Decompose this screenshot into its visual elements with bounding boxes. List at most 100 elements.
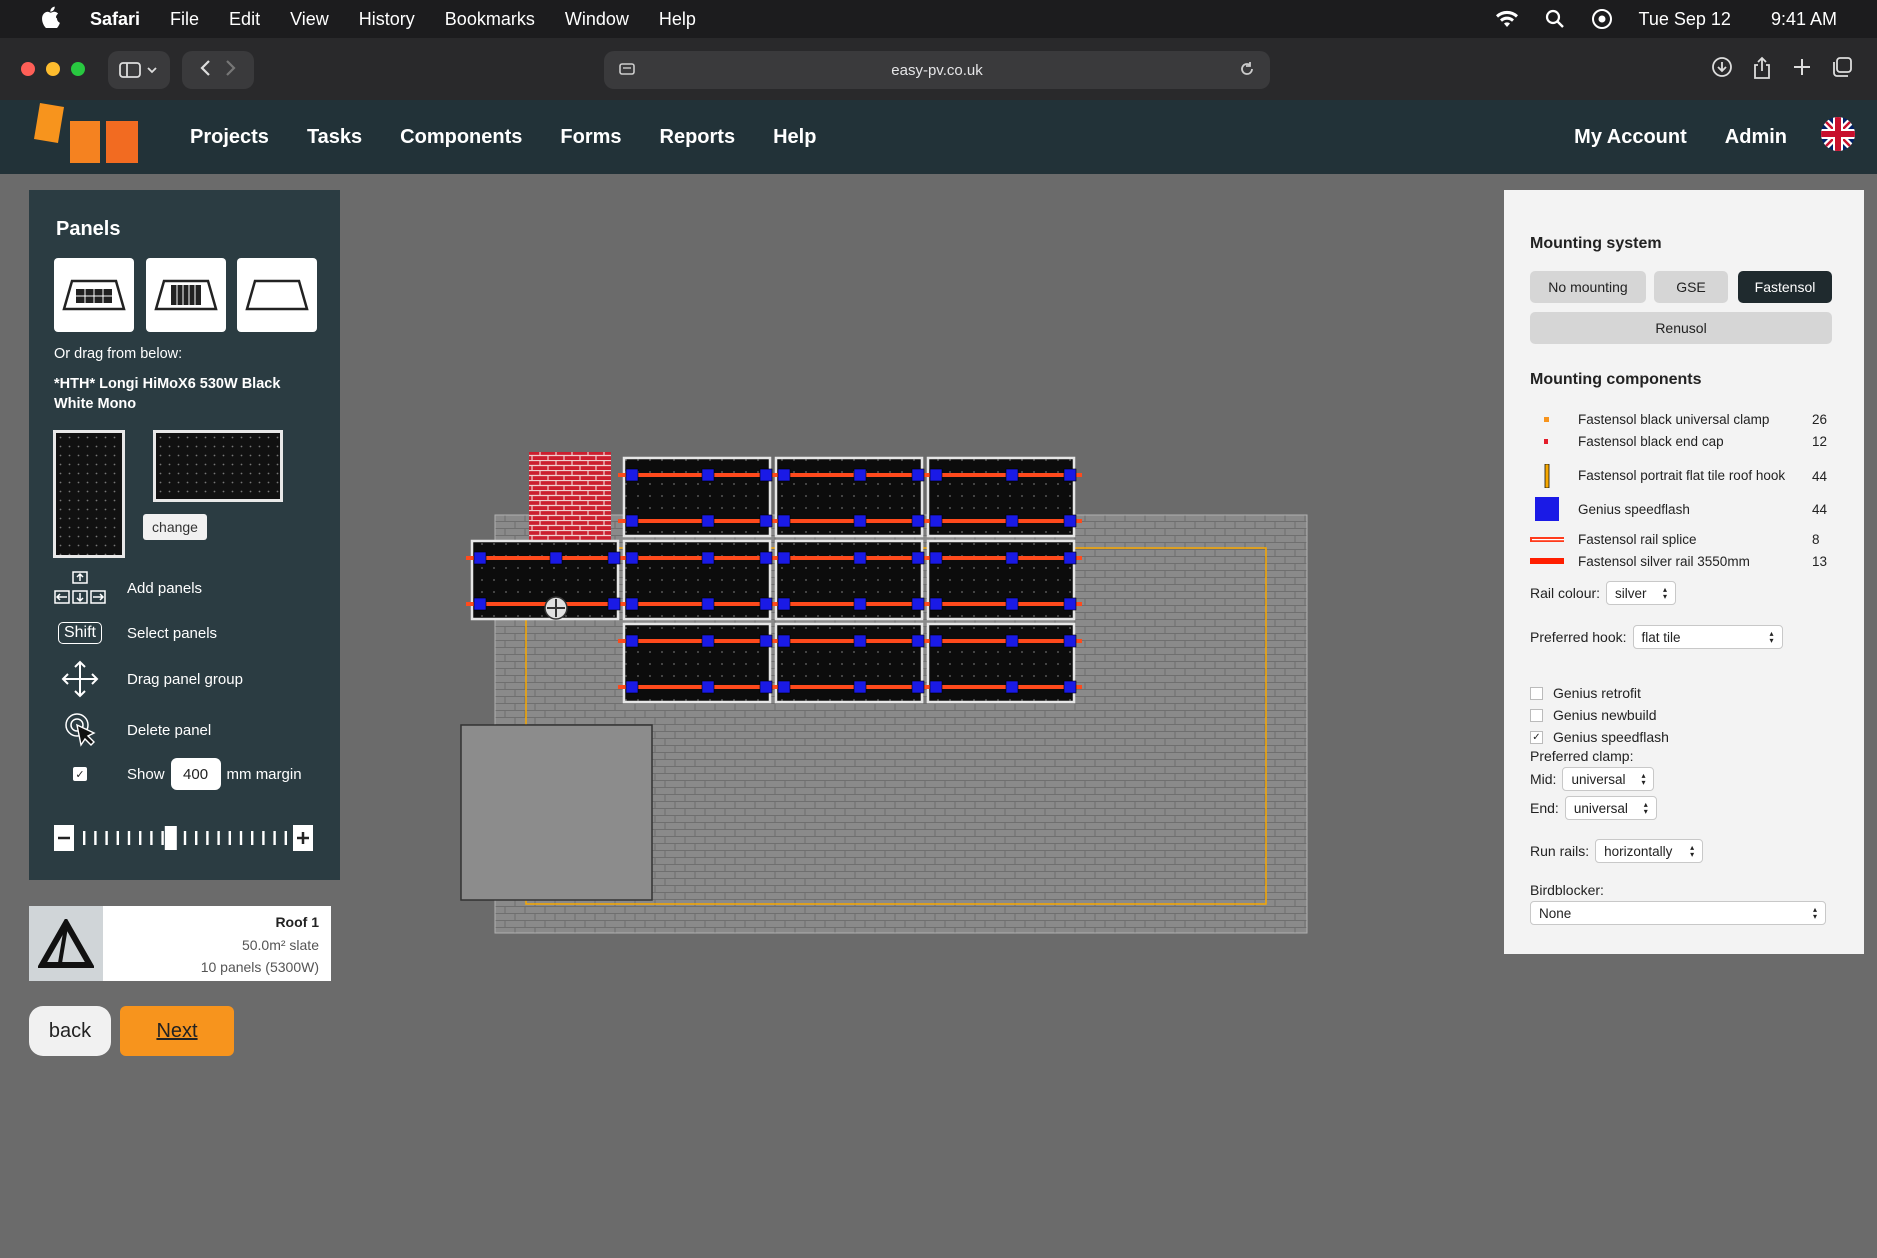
easy-pv-logo[interactable] (34, 103, 140, 167)
zoom-tick (228, 831, 231, 845)
zoom-tick (139, 831, 142, 845)
control-center-icon[interactable] (1591, 8, 1613, 30)
end-clamp-label: End: (1530, 800, 1559, 816)
history-nav (182, 51, 254, 89)
genius-newbuild-checkbox[interactable] (1530, 708, 1543, 722)
component-row: Fastensol silver rail 3550mm 13 (1530, 554, 1840, 569)
margin-setting: ✓ Show 400 mm margin (53, 756, 302, 792)
menu-view[interactable]: View (290, 9, 329, 30)
landscape-layout-template[interactable] (54, 258, 134, 332)
birdblocker-select[interactable]: None (1530, 901, 1826, 925)
genius-speedflash-checkbox[interactable]: ✓ (1530, 730, 1543, 744)
solar-panel (774, 622, 924, 704)
speedflash-marker (1005, 680, 1019, 694)
genius-retrofit-option[interactable]: Genius retrofit (1530, 685, 1641, 701)
nav-reports[interactable]: Reports (660, 126, 736, 149)
nav-tasks[interactable]: Tasks (307, 126, 362, 149)
landscape-panel-thumbnail[interactable] (153, 430, 283, 502)
zoom-tick (195, 831, 198, 845)
empty-roof-template[interactable] (237, 258, 317, 332)
minimize-window-icon[interactable] (46, 62, 60, 76)
menu-bookmarks[interactable]: Bookmarks (445, 9, 535, 30)
genius-retrofit-checkbox[interactable] (1530, 686, 1543, 700)
portrait-panel-thumbnail[interactable] (53, 430, 125, 558)
nav-my-account[interactable]: My Account (1574, 126, 1687, 149)
speedflash-marker (549, 551, 563, 565)
speedflash-marker (853, 597, 867, 611)
genius-speedflash-option[interactable]: ✓ Genius speedflash (1530, 729, 1669, 745)
nav-admin[interactable]: Admin (1725, 126, 1787, 149)
margin-input[interactable]: 400 (170, 758, 221, 790)
menu-file[interactable]: File (170, 9, 199, 30)
address-bar[interactable]: easy-pv.co.uk (604, 51, 1270, 89)
zoom-slider-thumb (164, 826, 177, 850)
select-panels-tool[interactable]: Shift Select panels (53, 615, 217, 651)
run-rails-select[interactable]: horizontally (1595, 839, 1704, 863)
roof-triangle-icon (29, 906, 103, 981)
speedflash-marker (607, 597, 621, 611)
menu-window[interactable]: Window (565, 9, 629, 30)
new-tab-icon[interactable] (1791, 56, 1813, 85)
menu-help[interactable]: Help (659, 9, 696, 30)
speedflash-marker (929, 597, 943, 611)
speedflash-marker (759, 551, 773, 565)
change-panel-button[interactable]: change (143, 514, 207, 540)
back-arrow-icon[interactable] (194, 58, 218, 83)
roof-design-canvas[interactable] (440, 430, 1370, 970)
nav-help[interactable]: Help (773, 126, 816, 149)
share-icon[interactable] (1751, 56, 1773, 85)
end-clamp-select[interactable]: universal (1564, 796, 1657, 820)
fastensol-button[interactable]: Fastensol (1738, 271, 1832, 303)
wifi-icon[interactable] (1495, 10, 1519, 28)
preferred-hook-select[interactable]: flat tile (1632, 625, 1783, 649)
uk-flag-icon[interactable] (1821, 117, 1855, 151)
zoom-window-icon[interactable] (71, 62, 85, 76)
nav-projects[interactable]: Projects (190, 126, 269, 149)
tab-overview-icon[interactable] (1831, 56, 1853, 85)
reload-icon[interactable] (1238, 60, 1256, 82)
speedflash-marker (701, 634, 715, 648)
speedflash-marker (701, 514, 715, 528)
sidebar-toggle-icon[interactable] (108, 51, 170, 89)
roof-obstruction (460, 724, 653, 901)
page-settings-icon[interactable] (618, 61, 636, 81)
renusol-button[interactable]: Renusol (1530, 312, 1832, 344)
rail-colour-select[interactable]: silver (1606, 581, 1677, 605)
component-qty: 13 (1812, 554, 1828, 569)
zoom-slider[interactable] (53, 820, 315, 856)
menu-edit[interactable]: Edit (229, 9, 260, 30)
speedflash-marker (759, 597, 773, 611)
menu-history[interactable]: History (359, 9, 415, 30)
no-mounting-button[interactable]: No mounting (1530, 271, 1646, 303)
close-window-icon[interactable] (21, 62, 35, 76)
speedflash-marker (701, 597, 715, 611)
show-margin-checkbox[interactable]: ✓ (73, 767, 87, 781)
next-button[interactable]: Next (120, 1006, 234, 1056)
delete-panel-tool[interactable]: Delete panel (53, 712, 211, 748)
forward-arrow-icon[interactable] (218, 58, 242, 83)
nav-components[interactable]: Components (400, 126, 522, 149)
speedflash-marker (759, 680, 773, 694)
roof-card[interactable]: Roof 1 50.0m² slate 10 panels (5300W) (29, 906, 331, 981)
portrait-layout-template[interactable] (146, 258, 226, 332)
downloads-icon[interactable] (1711, 56, 1733, 85)
speedflash-marker (911, 514, 925, 528)
component-name: Fastensol portrait flat tile roof hook (1578, 468, 1786, 483)
roof-panel-count: 10 panels (5300W) (200, 959, 319, 975)
nav-forms[interactable]: Forms (560, 126, 621, 149)
mid-clamp-select[interactable]: universal (1562, 767, 1655, 791)
speedflash-marker (625, 680, 639, 694)
back-button[interactable]: back (29, 1006, 111, 1056)
solar-panel (926, 456, 1076, 538)
genius-newbuild-option[interactable]: Genius newbuild (1530, 707, 1657, 723)
speedflash-marker (607, 551, 621, 565)
drag-panel-group-tool[interactable]: Drag panel group (53, 660, 243, 698)
zoom-tick (105, 831, 108, 845)
menu-app-name[interactable]: Safari (90, 9, 140, 30)
add-panels-tool[interactable]: Add panels (53, 570, 202, 606)
apple-icon[interactable] (42, 6, 68, 33)
move-arrows-icon (53, 660, 107, 698)
speedflash-marker (1005, 634, 1019, 648)
gse-button[interactable]: GSE (1654, 271, 1728, 303)
spotlight-search-icon[interactable] (1545, 9, 1565, 29)
